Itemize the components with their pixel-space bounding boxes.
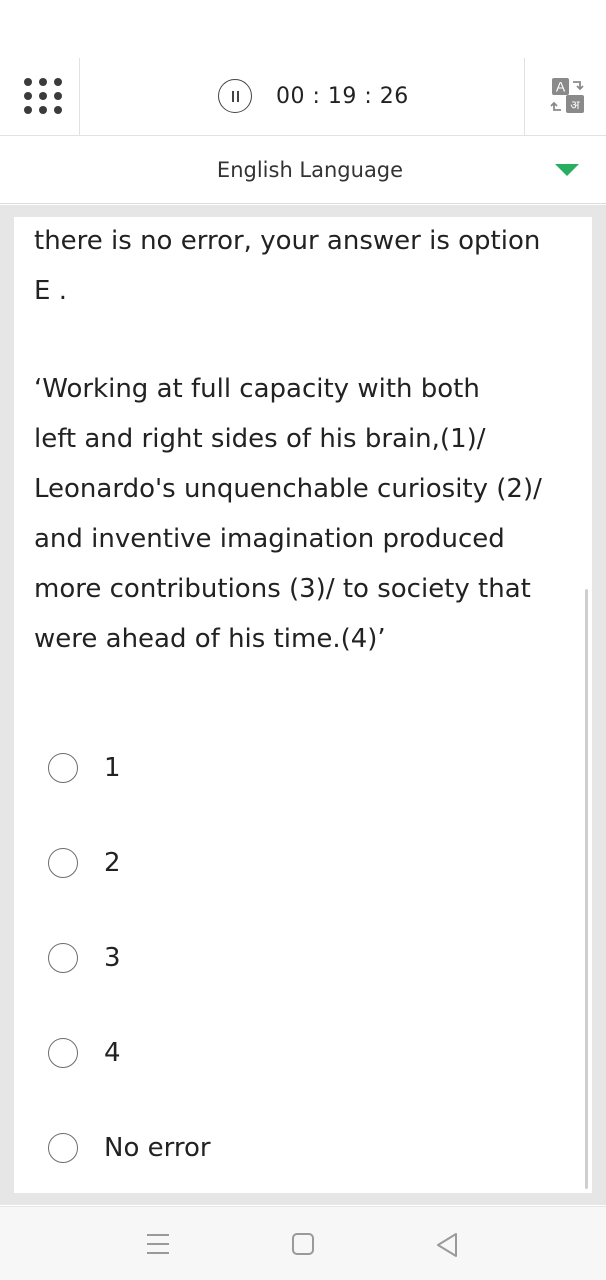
svg-text:A: A (556, 79, 566, 95)
question-palette-button[interactable] (0, 58, 80, 136)
caret-down-icon[interactable] (555, 164, 579, 176)
sentence-line: Leonardo's unquenchable curiosity (2)/ (34, 474, 542, 504)
question-sentence: ‘Working at full capacity with both left… (14, 364, 592, 664)
scrollbar[interactable] (585, 589, 588, 1189)
language-toggle-button[interactable]: A अ (524, 58, 606, 136)
sentence-line: ‘Working at full capacity with both (34, 374, 480, 404)
sentence-line: more contributions (3)/ to society that (34, 574, 531, 604)
pause-icon[interactable] (218, 79, 252, 113)
timer-group: 00 : 19 : 26 (218, 78, 409, 114)
section-title: English Language (216, 158, 404, 182)
sentence-line: and inventive imagination produced (34, 524, 505, 554)
radio-button[interactable] (48, 942, 78, 973)
option-label: 1 (104, 752, 121, 783)
translate-icon: A अ (550, 78, 584, 113)
option-label: 4 (104, 1037, 121, 1068)
sentence-line: were ahead of his time.(4)’ (34, 624, 386, 654)
option-1[interactable]: 1 (14, 720, 574, 815)
section-selector[interactable]: English Language (0, 136, 606, 204)
system-navigation-bar (0, 1206, 606, 1280)
grid-dots-icon (24, 78, 62, 114)
option-label: 3 (104, 942, 121, 973)
option-2[interactable]: 2 (14, 815, 574, 910)
svg-text:अ: अ (570, 98, 580, 112)
instruction-line: E . (34, 276, 67, 306)
answer-options: 1 2 3 4 No error (14, 720, 574, 1193)
sentence-line: left and right sides of his brain,(1)/ (34, 424, 486, 454)
option-3[interactable]: 3 (14, 910, 574, 1005)
status-bar (0, 0, 606, 58)
question-card: there is no error, your answer is option… (14, 217, 592, 1193)
option-label: No error (104, 1132, 211, 1163)
radio-button[interactable] (48, 847, 78, 878)
radio-button[interactable] (48, 1132, 78, 1163)
instruction-line: there is no error, your answer is option (34, 226, 541, 256)
option-label: 2 (104, 847, 121, 878)
radio-button[interactable] (48, 752, 78, 783)
home-icon[interactable] (292, 1233, 314, 1255)
timer-display: 00 : 19 : 26 (276, 83, 409, 109)
radio-button[interactable] (48, 1037, 78, 1068)
instruction-text: there is no error, your answer is option… (14, 217, 592, 316)
top-toolbar: 00 : 19 : 26 A अ (0, 58, 606, 136)
back-icon[interactable] (434, 1231, 460, 1259)
option-4[interactable]: 4 (14, 1005, 574, 1100)
option-5[interactable]: No error (14, 1100, 574, 1193)
recent-apps-icon[interactable] (147, 1234, 169, 1254)
